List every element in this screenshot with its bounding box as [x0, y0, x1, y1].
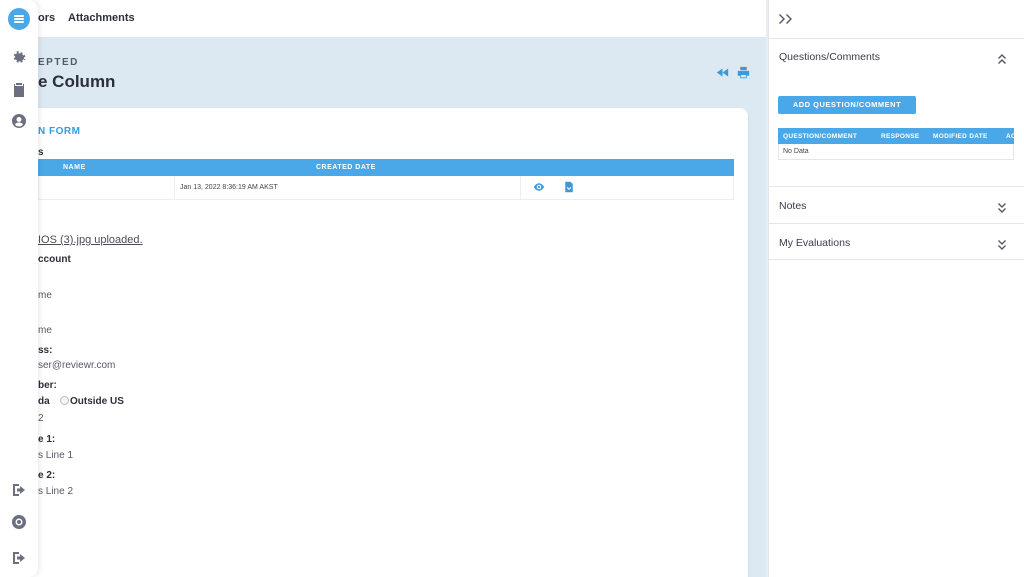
- icon-rail: [0, 0, 38, 577]
- tab-attachments[interactable]: Attachments: [68, 12, 135, 24]
- collapse-panel-icon[interactable]: [779, 12, 793, 24]
- form-title: N FORM: [38, 126, 81, 137]
- questions-table: QUESTION/COMMENT RESPONSE MODIFIED DATE …: [778, 128, 1014, 160]
- table-row: Jan 13, 2022 8:36:19 AM AKST: [38, 176, 734, 200]
- table-header: NAME CREATED DATE: [38, 159, 734, 176]
- column-header-question[interactable]: QUESTION/COMMENT: [783, 133, 857, 140]
- last-name-value: me: [38, 325, 52, 336]
- table-header: QUESTION/COMMENT RESPONSE MODIFIED DATE …: [778, 128, 1014, 144]
- questions-section-header[interactable]: Questions/Comments: [769, 38, 1024, 74]
- attachments-section-label: s: [38, 147, 44, 158]
- address-line2-label: e 2:: [38, 470, 56, 481]
- sign-out-icon[interactable]: [11, 482, 27, 498]
- user-circle-icon[interactable]: [11, 113, 27, 129]
- right-panel: Questions/Comments Notes My Evaluations: [768, 0, 1024, 577]
- address-line2-value: s Line 2: [38, 486, 74, 497]
- phone-label: ber:: [38, 380, 57, 391]
- notes-section-header[interactable]: Notes: [769, 186, 1024, 223]
- column-header-created-date[interactable]: CREATED DATE: [316, 164, 376, 171]
- top-tab-bar: ors Attachments: [0, 0, 766, 38]
- questions-section-label: Questions/Comments: [779, 51, 880, 63]
- status-label: EPTED: [38, 57, 79, 68]
- page-title: e Column: [38, 72, 116, 91]
- rewind-icon[interactable]: [716, 66, 729, 79]
- created-date-cell: Jan 13, 2022 8:36:19 AM AKST: [174, 176, 521, 199]
- chevrons-up-icon[interactable]: [997, 51, 1007, 64]
- column-header-modified-date[interactable]: MODIFIED DATE: [933, 133, 988, 140]
- empty-state: No Data: [778, 144, 1014, 160]
- logout-icon[interactable]: [11, 550, 27, 566]
- address-line1-value: s Line 1: [38, 450, 74, 461]
- chevrons-down-icon[interactable]: [997, 200, 1007, 213]
- first-name-value: me: [38, 290, 52, 301]
- print-icon[interactable]: [737, 66, 750, 79]
- column-header-name[interactable]: NAME: [63, 164, 86, 171]
- notes-section-label: Notes: [779, 200, 807, 212]
- upload-link[interactable]: IOS (3).jpg uploaded.: [38, 234, 143, 246]
- life-ring-icon[interactable]: [11, 514, 27, 530]
- column-header-actions[interactable]: AC: [1006, 133, 1014, 140]
- header-actions: [716, 66, 750, 79]
- gear-icon[interactable]: [11, 50, 27, 66]
- clipboard-icon[interactable]: [11, 82, 27, 98]
- column-header-response[interactable]: RESPONSE: [881, 133, 920, 140]
- radio-inside-label: da: [38, 396, 50, 407]
- eye-icon[interactable]: [533, 181, 545, 193]
- email-value: ser@reviewr.com: [38, 360, 116, 371]
- phone-value: 2: [38, 413, 44, 424]
- evaluations-section-label: My Evaluations: [779, 237, 851, 249]
- tab-reviewers[interactable]: ors: [38, 12, 55, 24]
- app-logo-icon[interactable]: [8, 8, 30, 30]
- chevrons-down-icon[interactable]: [997, 237, 1007, 250]
- address-line1-label: e 1:: [38, 434, 56, 445]
- email-label: ss:: [38, 345, 53, 356]
- evaluations-section-header[interactable]: My Evaluations: [769, 223, 1024, 260]
- attachments-table: NAME CREATED DATE Jan 13, 2022 8:36:19 A…: [38, 159, 734, 200]
- download-file-icon[interactable]: [563, 181, 575, 193]
- add-question-button[interactable]: ADD QUESTION/COMMENT: [778, 96, 916, 114]
- account-label: ccount: [38, 254, 71, 265]
- radio-outside-us[interactable]: [60, 396, 69, 405]
- radio-outside-us-label: Outside US: [70, 396, 124, 407]
